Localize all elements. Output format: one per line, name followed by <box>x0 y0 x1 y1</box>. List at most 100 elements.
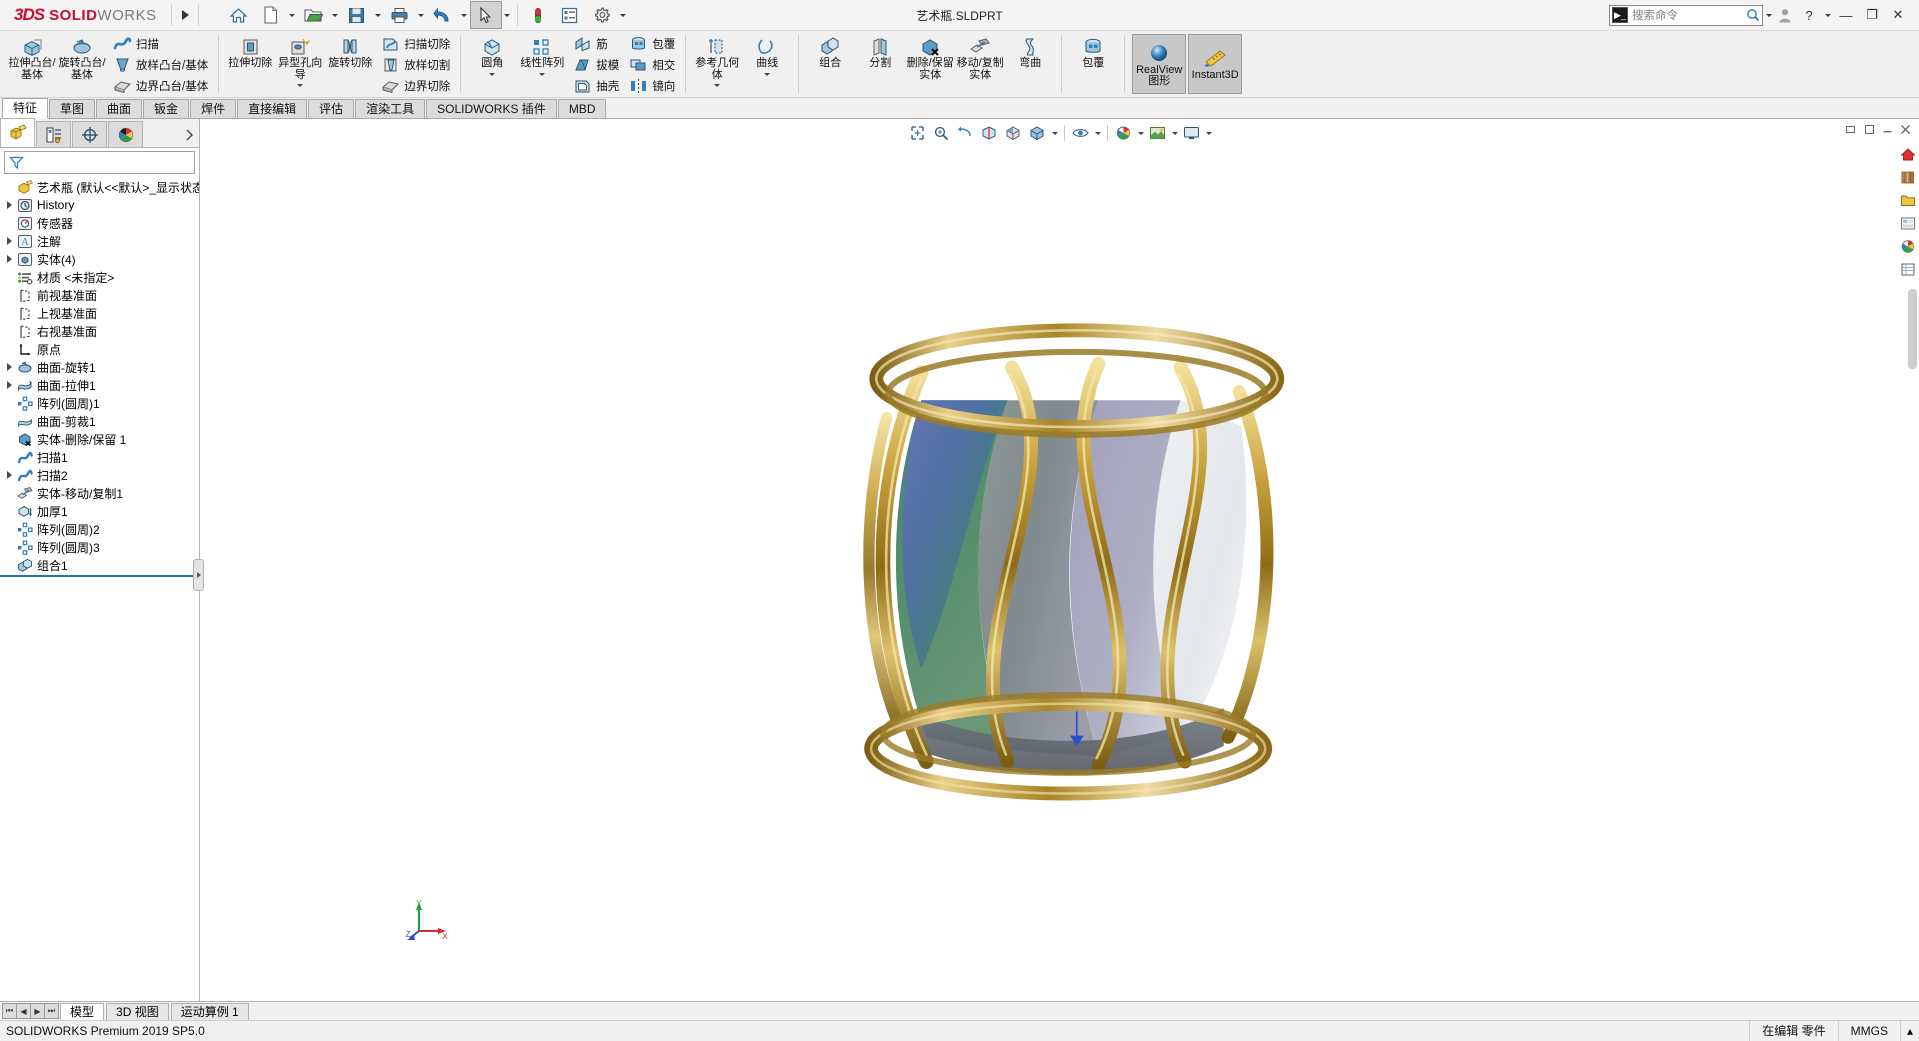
menu-expand-icon[interactable] <box>176 2 194 28</box>
search-caret[interactable] <box>1763 2 1774 28</box>
tab-direct-editing[interactable]: 直接编辑 <box>237 99 308 118</box>
tab-render-tools[interactable]: 渲染工具 <box>355 99 426 118</box>
close-button[interactable]: ✕ <box>1885 2 1911 28</box>
tree-item-circular-pattern-2[interactable]: 阵列(圆周)2 <box>0 520 199 538</box>
tree-item-right-plane[interactable]: 右视基准面 <box>0 322 199 340</box>
linear-pattern-caret[interactable] <box>539 70 546 79</box>
twist-toggle[interactable] <box>2 376 16 394</box>
bottom-tab-model[interactable]: 模型 <box>60 1002 105 1020</box>
twist-toggle[interactable] <box>2 466 16 484</box>
tree-item-sweep-2[interactable]: 扫描2 <box>0 466 199 484</box>
tree-item-history[interactable]: History <box>0 196 199 214</box>
combine-button[interactable]: 组合 <box>805 31 855 97</box>
maximize-viewport-icon[interactable] <box>1861 121 1877 137</box>
tree-item-front-plane[interactable]: 前视基准面 <box>0 286 199 304</box>
sweep-cut-button[interactable]: 扫描切除 <box>375 33 454 54</box>
fillet-button[interactable]: 圆角 <box>467 31 517 97</box>
flex-button[interactable]: 弯曲 <box>1005 31 1055 97</box>
view-home-icon[interactable] <box>1897 143 1919 165</box>
sweep-button[interactable]: 扫描 <box>107 33 212 54</box>
tree-item-surface-trim-1[interactable]: 曲面-剪裁1 <box>0 412 199 430</box>
tab-sketch[interactable]: 草图 <box>49 99 96 118</box>
new-document-icon[interactable] <box>255 1 287 29</box>
tab-evaluate[interactable]: 评估 <box>308 99 355 118</box>
view-palette-icon[interactable] <box>1897 212 1919 234</box>
boundary-cut-button[interactable]: 边界切除 <box>375 76 454 97</box>
tree-item-surface-extrude-1[interactable]: 曲面-拉伸1 <box>0 376 199 394</box>
tab-solidworks-addins[interactable]: SOLIDWORKS 插件 <box>426 99 557 118</box>
move-copy-body-button[interactable]: 移动/复制实体 <box>955 31 1005 97</box>
select-cursor-icon[interactable] <box>469 1 502 29</box>
tab-features[interactable]: 特征 <box>2 98 49 119</box>
curves-caret[interactable] <box>764 70 771 79</box>
reference-geometry-caret[interactable] <box>714 81 721 90</box>
realview-button[interactable]: RealView 图形 <box>1132 34 1187 94</box>
save-icon[interactable] <box>341 1 373 29</box>
rib-button[interactable]: 筋 <box>567 33 623 54</box>
fillet-caret[interactable] <box>489 70 496 79</box>
new-document-caret[interactable] <box>287 2 298 28</box>
twist-toggle[interactable] <box>2 196 16 214</box>
view-settings-caret[interactable] <box>1204 123 1214 143</box>
wrap-button[interactable]: 包覆 <box>623 33 679 54</box>
user-account-icon[interactable] <box>1774 2 1796 28</box>
custom-properties-icon[interactable] <box>1897 258 1919 280</box>
help-button[interactable]: ? <box>1796 2 1822 28</box>
intersect-button[interactable]: 相交 <box>623 54 679 75</box>
undo-icon[interactable] <box>427 1 459 29</box>
panel-collapse-handle[interactable] <box>193 559 204 591</box>
wrap-button-2[interactable]: 包覆 <box>1068 31 1118 97</box>
tree-item-annotations[interactable]: A 注解 <box>0 232 199 250</box>
curves-button[interactable]: 曲线 <box>742 31 792 97</box>
tree-item-sensors[interactable]: 传感器 <box>0 214 199 232</box>
mirror-button[interactable]: 镜向 <box>623 76 679 97</box>
home-icon[interactable] <box>223 1 255 29</box>
more-manager-tabs-icon[interactable] <box>179 122 199 147</box>
revolve-boss-button[interactable]: 旋转凸台/基体 <box>57 31 107 97</box>
open-folder-icon[interactable] <box>298 1 330 29</box>
bottom-tab-3d-views[interactable]: 3D 视图 <box>106 1002 169 1020</box>
configuration-manager-tab[interactable] <box>72 121 107 147</box>
tree-item-origin[interactable]: 原点 <box>0 340 199 358</box>
nav-prev-icon[interactable]: ◀ <box>16 1003 31 1019</box>
edit-appearance-caret[interactable] <box>1136 123 1146 143</box>
hole-wizard-caret[interactable] <box>297 81 304 90</box>
tree-filter-input[interactable] <box>4 151 195 174</box>
tree-item-sweep-1[interactable]: 扫描1 <box>0 448 199 466</box>
solidworks-logo[interactable]: 3DS SOLID WORKS <box>0 0 167 30</box>
tree-item-move-copy-body-1[interactable]: 实体-移动/复制1 <box>0 484 199 502</box>
tree-item-combine-1[interactable]: 组合1 <box>0 556 199 574</box>
appearances-icon[interactable] <box>1897 235 1919 257</box>
tree-item-top-plane[interactable]: 上视基准面 <box>0 304 199 322</box>
select-caret[interactable] <box>502 2 513 28</box>
tree-item-solid-bodies[interactable]: 实体(4) <box>0 250 199 268</box>
tree-item-circular-pattern-1[interactable]: 阵列(圆周)1 <box>0 394 199 412</box>
print-caret[interactable] <box>416 2 427 28</box>
viewport-scrollbar-thumb[interactable] <box>1908 289 1917 369</box>
status-units-label[interactable]: MMGS <box>1837 1021 1900 1041</box>
help-caret[interactable] <box>1822 2 1833 28</box>
linear-pattern-button[interactable]: 线性阵列 <box>517 31 567 97</box>
gear-caret[interactable] <box>618 2 629 28</box>
split-button[interactable]: 分割 <box>855 31 905 97</box>
revolve-cut-button[interactable]: 旋转切除 <box>325 31 375 97</box>
nav-last-icon[interactable]: ⏭ <box>44 1003 59 1019</box>
undo-caret[interactable] <box>459 2 470 28</box>
save-caret[interactable] <box>373 2 384 28</box>
property-manager-tab[interactable] <box>36 121 71 147</box>
hole-wizard-button[interactable]: 异型孔向导 <box>275 31 325 97</box>
tab-surfaces[interactable]: 曲面 <box>96 99 143 118</box>
tree-item-part-root[interactable]: 艺术瓶 (默认<<默认>_显示状态 1>) <box>0 178 199 196</box>
bottom-tab-motion-study[interactable]: 运动算例 1 <box>170 1002 249 1020</box>
options-list-icon[interactable] <box>554 1 586 29</box>
minimize-button[interactable]: — <box>1833 2 1859 28</box>
graphics-area[interactable]: Y X Z <box>200 119 1919 1001</box>
tab-mbd[interactable]: MBD <box>557 99 607 118</box>
status-units-caret[interactable]: ▴ <box>1899 1021 1919 1041</box>
nav-next-icon[interactable]: ▶ <box>30 1003 45 1019</box>
tree-item-circular-pattern-3[interactable]: 阵列(圆周)3 <box>0 538 199 556</box>
loft-boss-button[interactable]: 放样凸台/基体 <box>107 54 212 75</box>
tree-item-surface-revolve-1[interactable]: 曲面-旋转1 <box>0 358 199 376</box>
twist-toggle[interactable] <box>2 232 16 250</box>
tab-weldments[interactable]: 焊件 <box>190 99 237 118</box>
